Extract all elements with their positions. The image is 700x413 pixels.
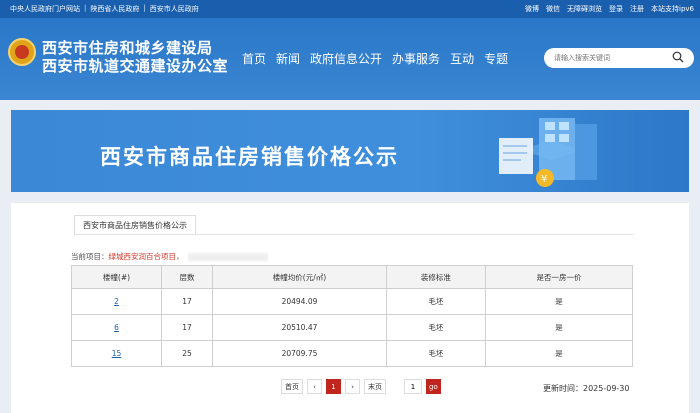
main-nav: 首页 新闻 政府信息公开 办事服务 互动 专题 (242, 50, 508, 67)
link-wechat[interactable]: 微信 (546, 4, 560, 14)
national-emblem-icon (8, 38, 36, 66)
link-accessibility[interactable]: 无障碍浏览 (567, 4, 602, 14)
search-input[interactable] (554, 51, 666, 65)
avg-price-cell: 20510.47 (212, 314, 387, 341)
utility-links: 微博 微信 无障碍浏览 登录 注册 本站支持ipv6 (525, 4, 694, 14)
link-login[interactable]: 登录 (609, 4, 623, 14)
building-link[interactable]: 6 (114, 323, 119, 332)
first-page-button[interactable]: 首页 (281, 379, 303, 394)
nav-home[interactable]: 首页 (242, 50, 266, 67)
one-price-cell: 是 (484, 288, 634, 315)
decoration-cell: 毛坯 (385, 314, 486, 341)
portal-links: 中央人民政府门户网站 | 陕西省人民政府 | 西安市人民政府 (10, 4, 199, 14)
link-shaanxi-gov[interactable]: 陕西省人民政府 (90, 4, 139, 14)
content-panel: 西安市商品住房销售价格公示 当前项目：绿城西安润百合项目， 楼幢(#) 层数 楼… (11, 203, 689, 413)
page-banner: 西安市商品住房销售价格公示 ¥ (11, 110, 689, 192)
floors-cell: 17 (160, 288, 214, 315)
ipv6-support-text: 本站支持ipv6 (651, 5, 694, 13)
col-floors: 层数 (160, 265, 214, 289)
current-project-name: 绿城西安润百合项目， (108, 252, 184, 261)
avg-price-cell: 20494.09 (212, 288, 387, 315)
col-avg-price: 楼幢均价(元/㎡) (212, 265, 387, 289)
search-icon[interactable] (672, 51, 684, 63)
table-header-row: 楼幢(#) 层数 楼幢均价(元/㎡) 装修标准 是否一房一价 (71, 265, 634, 289)
buildings-illustration-icon: ¥ (499, 118, 597, 187)
nav-news[interactable]: 新闻 (276, 50, 300, 67)
current-project: 当前项目：绿城西安润百合项目， (71, 251, 268, 262)
goto-page-input[interactable] (404, 379, 422, 394)
page-1-button[interactable]: 1 (326, 379, 341, 394)
one-price-cell: 是 (484, 340, 634, 367)
building-link[interactable]: 2 (114, 297, 119, 306)
redacted-text (187, 253, 268, 261)
table-row: 15 25 20709.75 毛坯 是 (71, 340, 634, 367)
svg-text:¥: ¥ (541, 174, 547, 185)
floors-cell: 17 (160, 314, 214, 341)
price-table: 楼幢(#) 层数 楼幢均价(元/㎡) 装修标准 是否一房一价 2 17 2049… (71, 265, 634, 367)
decoration-cell: 毛坯 (385, 288, 486, 315)
nav-interaction[interactable]: 互动 (450, 50, 474, 67)
current-project-label: 当前项目： (71, 252, 109, 261)
last-page-button[interactable]: 末页 (364, 379, 386, 394)
update-time: 更新时间：2025-09-30 (543, 384, 630, 393)
link-weibo[interactable]: 微博 (525, 4, 539, 14)
link-central-gov[interactable]: 中央人民政府门户网站 (10, 4, 80, 14)
site-title-line2: 西安市轨道交通建设办公室 (42, 57, 229, 75)
next-page-button[interactable]: › (345, 379, 360, 394)
tab-price-notice[interactable]: 西安市商品住房销售价格公示 (74, 215, 196, 235)
nav-services[interactable]: 办事服务 (392, 50, 440, 67)
avg-price-cell: 20709.75 (212, 340, 387, 367)
link-xian-gov[interactable]: 西安市人民政府 (150, 4, 199, 14)
col-decoration: 装修标准 (385, 265, 486, 289)
table-row: 6 17 20510.47 毛坯 是 (71, 314, 634, 341)
col-building: 楼幢(#) (71, 265, 162, 289)
pagination: 首页 ‹ 1 › 末页 go (281, 379, 441, 394)
building-link[interactable]: 15 (112, 349, 122, 358)
site-header: 西安市住房和城乡建设局 西安市轨道交通建设办公室 首页 新闻 政府信息公开 办事… (0, 18, 700, 100)
search-box (544, 48, 694, 68)
divider: | (84, 4, 87, 12)
banner-title: 西安市商品住房销售价格公示 (100, 145, 399, 169)
tab-underline (74, 234, 634, 235)
nav-gov-info[interactable]: 政府信息公开 (310, 50, 382, 67)
decoration-cell: 毛坯 (385, 340, 486, 367)
floors-cell: 25 (160, 340, 214, 367)
table-row: 2 17 20494.09 毛坯 是 (71, 288, 634, 315)
col-one-price: 是否一房一价 (484, 265, 634, 289)
one-price-cell: 是 (484, 314, 634, 341)
top-utility-bar: 中央人民政府门户网站 | 陕西省人民政府 | 西安市人民政府 微博 微信 无障碍… (0, 0, 700, 18)
divider: | (143, 4, 146, 12)
prev-page-button[interactable]: ‹ (307, 379, 322, 394)
go-button[interactable]: go (426, 379, 441, 394)
nav-topics[interactable]: 专题 (484, 50, 508, 67)
link-register[interactable]: 注册 (630, 4, 644, 14)
